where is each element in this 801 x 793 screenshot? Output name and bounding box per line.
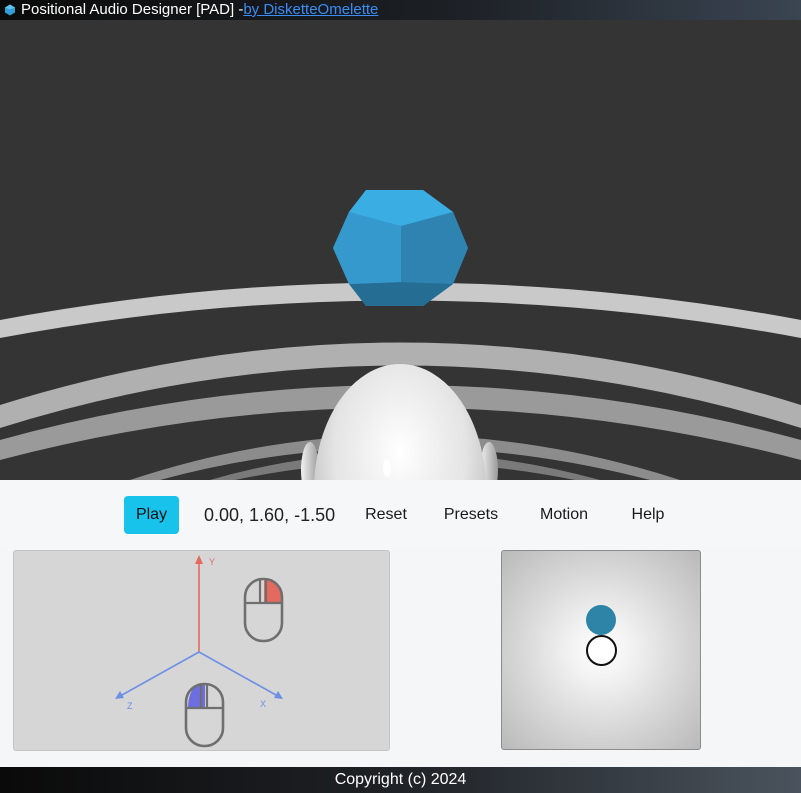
orbit-position-map[interactable] bbox=[501, 550, 701, 750]
x-axis-label: X bbox=[260, 699, 266, 709]
position-readout: 0.00, 1.60, -1.50 bbox=[204, 505, 336, 525]
mouse-right-button-icon bbox=[243, 577, 284, 643]
axis-help-panel: Y Z X bbox=[13, 550, 390, 751]
title-bar: Positional Audio Designer [PAD] - by Dis… bbox=[0, 0, 801, 20]
author-link[interactable]: by DisketteOmelette bbox=[243, 0, 378, 20]
z-axis-label: Z bbox=[127, 701, 133, 711]
play-button[interactable]: Play bbox=[124, 496, 179, 534]
window-title: Positional Audio Designer [PAD] - bbox=[21, 1, 244, 18]
footer: Copyright (c) 2024 bbox=[0, 767, 801, 793]
copyright-text: Copyright (c) 2024 bbox=[334, 771, 467, 788]
listener-head bbox=[301, 364, 498, 480]
mouse-left-button-icon bbox=[184, 682, 225, 748]
reset-button[interactable]: Reset bbox=[358, 496, 414, 534]
presets-button[interactable]: Presets bbox=[440, 496, 502, 534]
motion-button[interactable]: Motion bbox=[532, 496, 596, 534]
help-button[interactable]: Help bbox=[626, 496, 670, 534]
y-axis-label: Y bbox=[209, 557, 215, 567]
listener-marker bbox=[586, 635, 617, 666]
toolbar: Play 0.00, 1.60, -1.50 Reset Presets Mot… bbox=[0, 480, 801, 550]
sound-source-marker[interactable] bbox=[586, 605, 616, 635]
dodecahedron-app-icon bbox=[5, 4, 15, 16]
3d-viewport[interactable] bbox=[0, 20, 801, 480]
